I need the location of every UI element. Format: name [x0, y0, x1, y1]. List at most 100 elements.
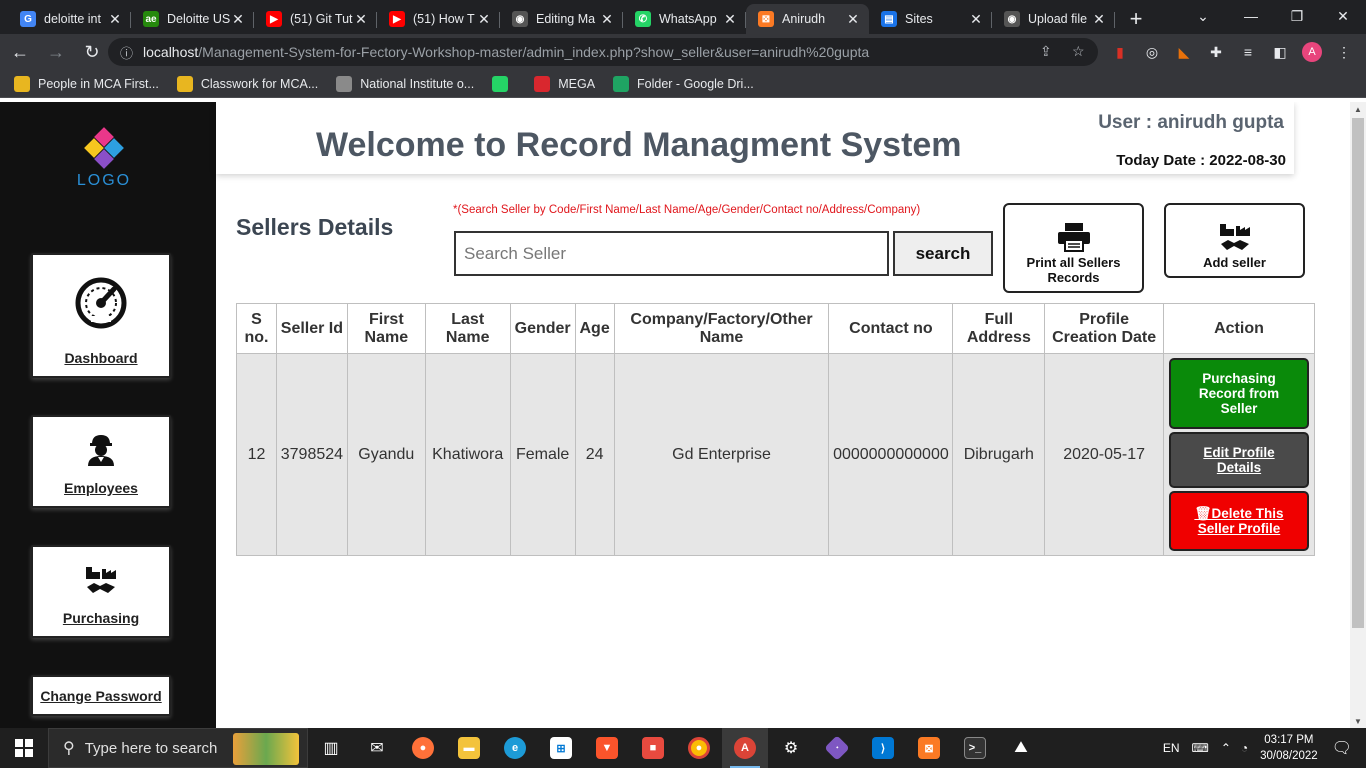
- browser-tab[interactable]: ✆ WhatsApp ✕: [623, 4, 746, 34]
- search-input[interactable]: [454, 231, 889, 276]
- bookmark-item[interactable]: Classwork for MCA...: [176, 75, 318, 92]
- cell-address: Dibrugarh: [952, 353, 1046, 556]
- sellers-table: S no. Seller Id First Name Last Name Gen…: [236, 303, 1316, 556]
- page-scrollbar[interactable]: ▲ ▼: [1350, 102, 1366, 728]
- sidebar-item-purchasing[interactable]: Purchasing: [31, 545, 171, 638]
- bookmark-item[interactable]: Folder - Google Dri...: [613, 75, 754, 92]
- notification-icon[interactable]: 🗨: [1332, 738, 1352, 758]
- vscode-icon[interactable]: ⟩: [860, 728, 906, 768]
- share-icon[interactable]: ⇪: [1040, 43, 1052, 60]
- bookmark-star-icon[interactable]: ☆: [1072, 43, 1085, 60]
- firefox-icon[interactable]: ●: [400, 728, 446, 768]
- maximize-button[interactable]: ❐: [1274, 0, 1320, 32]
- close-tab-icon[interactable]: ✕: [230, 11, 246, 28]
- bookmark-label: Folder - Google Dri...: [637, 76, 754, 91]
- column-header: Contact no: [828, 303, 954, 354]
- edge-icon[interactable]: e: [492, 728, 538, 768]
- edit-profile-button[interactable]: Edit Profile Details: [1168, 432, 1309, 488]
- browser-tab[interactable]: ae Deloitte US ✕: [131, 4, 254, 34]
- brave-icon[interactable]: ▼: [584, 728, 630, 768]
- chrome-icon[interactable]: ●: [676, 728, 722, 768]
- sidebar-item-employees[interactable]: Employees: [31, 415, 171, 508]
- terminal-icon[interactable]: >_: [952, 728, 998, 768]
- bookmark-item[interactable]: MEGA: [534, 75, 595, 92]
- address-bar[interactable]: ⓘ localhost/Management-System-for-Fector…: [108, 38, 1098, 66]
- close-window-button[interactable]: ✕: [1320, 0, 1366, 32]
- site-info-icon[interactable]: ⓘ: [120, 43, 133, 62]
- browser-tab[interactable]: ▤ Sites ✕: [869, 4, 992, 34]
- store-icon[interactable]: ⊞: [538, 728, 584, 768]
- scrollbar-thumb[interactable]: [1352, 118, 1364, 628]
- extension-bookmark-icon[interactable]: ▮: [1110, 42, 1130, 62]
- add-seller-button[interactable]: Add seller: [1164, 203, 1305, 278]
- scroll-down-arrow-icon[interactable]: ▼: [1350, 714, 1366, 728]
- search-button[interactable]: search: [893, 231, 993, 276]
- chrome-profile-icon[interactable]: A: [722, 728, 768, 768]
- scroll-up-arrow-icon[interactable]: ▲: [1350, 102, 1366, 116]
- browser-tab[interactable]: ▶ (51) Git Tut ✕: [254, 4, 377, 34]
- cell-sno: 12: [236, 353, 277, 556]
- xampp-icon[interactable]: ⊠: [906, 728, 952, 768]
- system-clock[interactable]: 03:17 PM 30/08/2022: [1260, 732, 1318, 764]
- mail-icon[interactable]: ✉: [354, 728, 400, 768]
- close-tab-icon[interactable]: ✕: [845, 11, 861, 28]
- extension-bulb-icon[interactable]: ◎: [1142, 42, 1162, 62]
- file-explorer-icon[interactable]: ▬: [446, 728, 492, 768]
- bookmark-item[interactable]: [492, 75, 516, 92]
- browser-tab[interactable]: ▶ (51) How T ✕: [377, 4, 500, 34]
- delete-seller-button[interactable]: 🗑Delete This Seller Profile: [1168, 491, 1309, 551]
- side-panel-icon[interactable]: ◧: [1270, 42, 1290, 62]
- print-sellers-button[interactable]: Print all Sellers Records: [1003, 203, 1144, 293]
- extension-dark-icon[interactable]: ◣: [1174, 42, 1194, 62]
- new-tab-button[interactable]: +: [1119, 4, 1153, 34]
- tab-favicon-icon: ae: [143, 11, 159, 27]
- close-tab-icon[interactable]: ✕: [476, 11, 492, 28]
- chevron-up-icon[interactable]: ⌃: [1221, 741, 1231, 755]
- sidebar-item-label: Dashboard: [64, 350, 138, 366]
- start-button[interactable]: [0, 728, 48, 768]
- screen-recorder-icon[interactable]: ■: [630, 728, 676, 768]
- task-view-icon[interactable]: ▥: [308, 728, 354, 768]
- close-tab-icon[interactable]: ✕: [1091, 11, 1107, 28]
- close-tab-icon[interactable]: ✕: [599, 11, 615, 28]
- tab-favicon-icon: ⊠: [758, 11, 774, 27]
- change-password-button[interactable]: Change Password: [31, 675, 171, 716]
- reload-button[interactable]: ↻: [76, 36, 108, 68]
- purchasing-record-button[interactable]: Purchasing Record from Seller: [1168, 358, 1309, 429]
- tab-title: Editing Ma: [536, 12, 596, 26]
- close-tab-icon[interactable]: ✕: [353, 11, 369, 28]
- menu-kebab-icon[interactable]: ⋮: [1334, 42, 1354, 62]
- close-tab-icon[interactable]: ✕: [968, 11, 984, 28]
- delete-seller-label: Delete This Seller Profile: [1197, 506, 1284, 536]
- cell-last-name: Khatiwora: [424, 353, 511, 556]
- close-tab-icon[interactable]: ✕: [107, 11, 123, 28]
- network-icon[interactable]: ◔: [1241, 741, 1248, 755]
- media-control-icon[interactable]: ≡: [1238, 42, 1258, 62]
- page-viewport: LOGO Dashboard Employees Purchasing Chan…: [0, 102, 1350, 728]
- table-header-row: S no. Seller Id First Name Last Name Gen…: [236, 303, 1316, 354]
- sidebar-item-dashboard[interactable]: Dashboard: [31, 253, 171, 378]
- git-icon[interactable]: ·: [814, 728, 860, 768]
- forward-button[interactable]: →: [40, 36, 72, 68]
- profile-avatar[interactable]: A: [1302, 42, 1322, 62]
- tab-search-icon[interactable]: ⌄: [1180, 0, 1226, 32]
- tab-title: Upload file: [1028, 12, 1088, 26]
- browser-tab[interactable]: ◉ Upload file ✕: [992, 4, 1115, 34]
- settings-gear-icon[interactable]: ⚙: [768, 728, 814, 768]
- change-password-label: Change Password: [40, 687, 162, 704]
- close-tab-icon[interactable]: ✕: [722, 11, 738, 28]
- photos-icon[interactable]: ⛰: [998, 728, 1044, 768]
- taskbar-search-box[interactable]: ⚲ Type here to search: [48, 728, 308, 768]
- browser-tab[interactable]: ◉ Editing Ma ✕: [500, 4, 623, 34]
- keyboard-icon[interactable]: ⌨: [1191, 741, 1208, 755]
- extensions-puzzle-icon[interactable]: ✚: [1206, 42, 1226, 62]
- bookmark-item[interactable]: People in MCA First...: [14, 75, 159, 92]
- language-indicator[interactable]: EN: [1163, 741, 1180, 755]
- browser-tab[interactable]: Gdeloitte int ✕: [8, 4, 131, 34]
- column-header: Profile Creation Date: [1044, 303, 1164, 354]
- bookmark-item[interactable]: National Institute o...: [336, 75, 474, 92]
- minimize-button[interactable]: —: [1228, 0, 1274, 32]
- back-button[interactable]: ←: [4, 36, 36, 68]
- windows-logo-icon: [15, 739, 33, 757]
- browser-tab[interactable]: ⊠ Anirudh ✕: [746, 4, 869, 34]
